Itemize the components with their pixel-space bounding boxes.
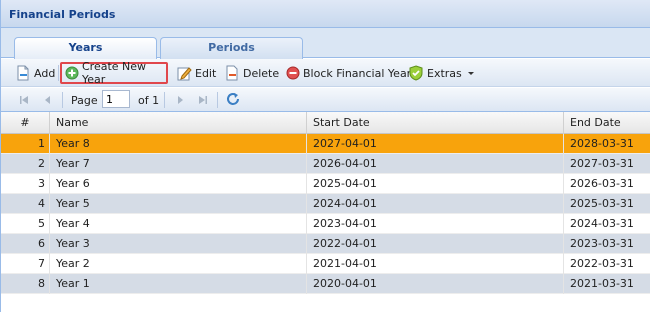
- create-new-year-label: Create New Year: [82, 60, 147, 86]
- table-row[interactable]: 7 Year 2 2021-04-01 2022-03-31: [1, 254, 650, 274]
- edit-label: Edit: [195, 66, 217, 80]
- edit-icon: [177, 67, 192, 81]
- end-date-cell: 2028-03-31: [570, 137, 634, 150]
- last-page-icon: [199, 96, 207, 104]
- shield-check-icon: [409, 65, 423, 81]
- add-button[interactable]: Add: [12, 62, 58, 84]
- row-number: 8: [1, 274, 50, 294]
- start-date-cell: 2025-04-01: [307, 174, 564, 194]
- next-page-icon: [178, 96, 183, 104]
- end-date-cell: 2026-03-31: [570, 177, 634, 190]
- block-financial-year-button[interactable]: Block Financial Year: [283, 62, 414, 84]
- first-page-icon: [20, 96, 28, 104]
- block-financial-year-label: Block Financial Year: [303, 66, 412, 80]
- table-row[interactable]: 4 Year 5 2024-04-01 2025-03-31: [1, 194, 650, 214]
- name-cell: Year 4: [50, 214, 307, 234]
- last-page-button[interactable]: [197, 92, 209, 108]
- name-cell: Year 8: [50, 134, 307, 154]
- row-number: 1: [1, 134, 50, 154]
- delete-icon: [226, 65, 238, 81]
- page-count-label: of 1: [138, 93, 160, 107]
- edit-button[interactable]: Edit: [173, 62, 219, 84]
- start-date-cell: 2026-04-01: [307, 154, 564, 174]
- end-date-cell: 2024-03-31: [570, 217, 634, 230]
- name-cell: Year 1: [50, 274, 307, 294]
- add-icon: [17, 65, 29, 81]
- chevron-down-icon: [467, 72, 474, 75]
- table-row[interactable]: 5 Year 4 2023-04-01 2024-03-31: [1, 214, 650, 234]
- start-date-cell: 2023-04-01: [307, 214, 564, 234]
- add-label: Add: [34, 66, 56, 80]
- pager-separator: [164, 92, 165, 108]
- name-cell: Year 7: [50, 154, 307, 174]
- grid-body: 1 Year 8 2027-04-01 2028-03-31 2 Year 7 …: [1, 134, 650, 294]
- grid-header: # Name Start Date End Date: [1, 112, 650, 134]
- table-row[interactable]: 2 Year 7 2026-04-01 2027-03-31: [1, 154, 650, 174]
- start-date-cell: 2020-04-01: [307, 274, 564, 294]
- end-date-cell: 2023-03-31: [570, 237, 634, 250]
- name-cell: Year 6: [50, 174, 307, 194]
- panel-title-bar: Financial Periods: [1, 0, 650, 28]
- block-icon: [286, 66, 300, 80]
- panel-title: Financial Periods: [9, 8, 116, 21]
- first-page-button[interactable]: [18, 92, 30, 108]
- extras-label: Extras: [427, 66, 462, 80]
- table-row[interactable]: 8 Year 1 2020-04-01 2021-03-31: [1, 274, 650, 294]
- delete-label: Delete: [243, 66, 280, 80]
- start-date-cell: 2027-04-01: [307, 134, 564, 154]
- pager-separator: [217, 92, 218, 108]
- refresh-icon: [227, 93, 239, 105]
- refresh-button[interactable]: [225, 92, 241, 108]
- financial-periods-panel: Financial Periods Years Periods Add Crea…: [0, 0, 650, 312]
- tab-years[interactable]: Years: [14, 37, 157, 60]
- row-number: 5: [1, 214, 50, 234]
- name-cell: Year 2: [50, 254, 307, 274]
- next-page-button[interactable]: [174, 92, 186, 108]
- table-row[interactable]: 1 Year 8 2027-04-01 2028-03-31: [1, 134, 650, 154]
- column-header-number[interactable]: #: [1, 112, 50, 134]
- row-number: 2: [1, 154, 50, 174]
- column-header-start-date[interactable]: Start Date: [307, 112, 564, 134]
- table-row[interactable]: 6 Year 3 2022-04-01 2023-03-31: [1, 234, 650, 254]
- name-cell: Year 3: [50, 234, 307, 254]
- tab-strip: Years Periods: [1, 28, 650, 60]
- column-header-end-date[interactable]: End Date: [564, 112, 650, 134]
- previous-page-icon: [45, 96, 50, 104]
- paging-toolbar: Page of 1: [1, 88, 650, 112]
- start-date-cell: 2024-04-01: [307, 194, 564, 214]
- page-number-input[interactable]: [102, 90, 130, 108]
- extras-menu-button[interactable]: Extras: [405, 62, 482, 84]
- end-date-cell: 2021-03-31: [570, 277, 634, 290]
- end-date-cell: 2022-03-31: [570, 257, 634, 270]
- column-header-name[interactable]: Name: [50, 112, 307, 134]
- delete-button[interactable]: Delete: [221, 62, 282, 84]
- end-date-cell: 2027-03-31: [570, 157, 634, 170]
- row-number: 7: [1, 254, 50, 274]
- start-date-cell: 2021-04-01: [307, 254, 564, 274]
- row-number: 3: [1, 174, 50, 194]
- table-row[interactable]: 3 Year 6 2025-04-01 2026-03-31: [1, 174, 650, 194]
- toolbar-separator: [58, 65, 59, 81]
- create-new-year-button[interactable]: Create New Year: [60, 60, 168, 86]
- previous-page-button[interactable]: [42, 92, 54, 108]
- page-label: Page: [71, 93, 98, 107]
- toolbar: Add Create New Year Edit Delete Block Fi…: [1, 59, 650, 87]
- row-number: 6: [1, 234, 50, 254]
- name-cell: Year 5: [50, 194, 307, 214]
- end-date-cell: 2025-03-31: [570, 197, 634, 210]
- add-circle-icon: [65, 66, 79, 80]
- tab-periods[interactable]: Periods: [160, 37, 303, 59]
- start-date-cell: 2022-04-01: [307, 234, 564, 254]
- row-number: 4: [1, 194, 50, 214]
- pager-separator: [62, 92, 63, 108]
